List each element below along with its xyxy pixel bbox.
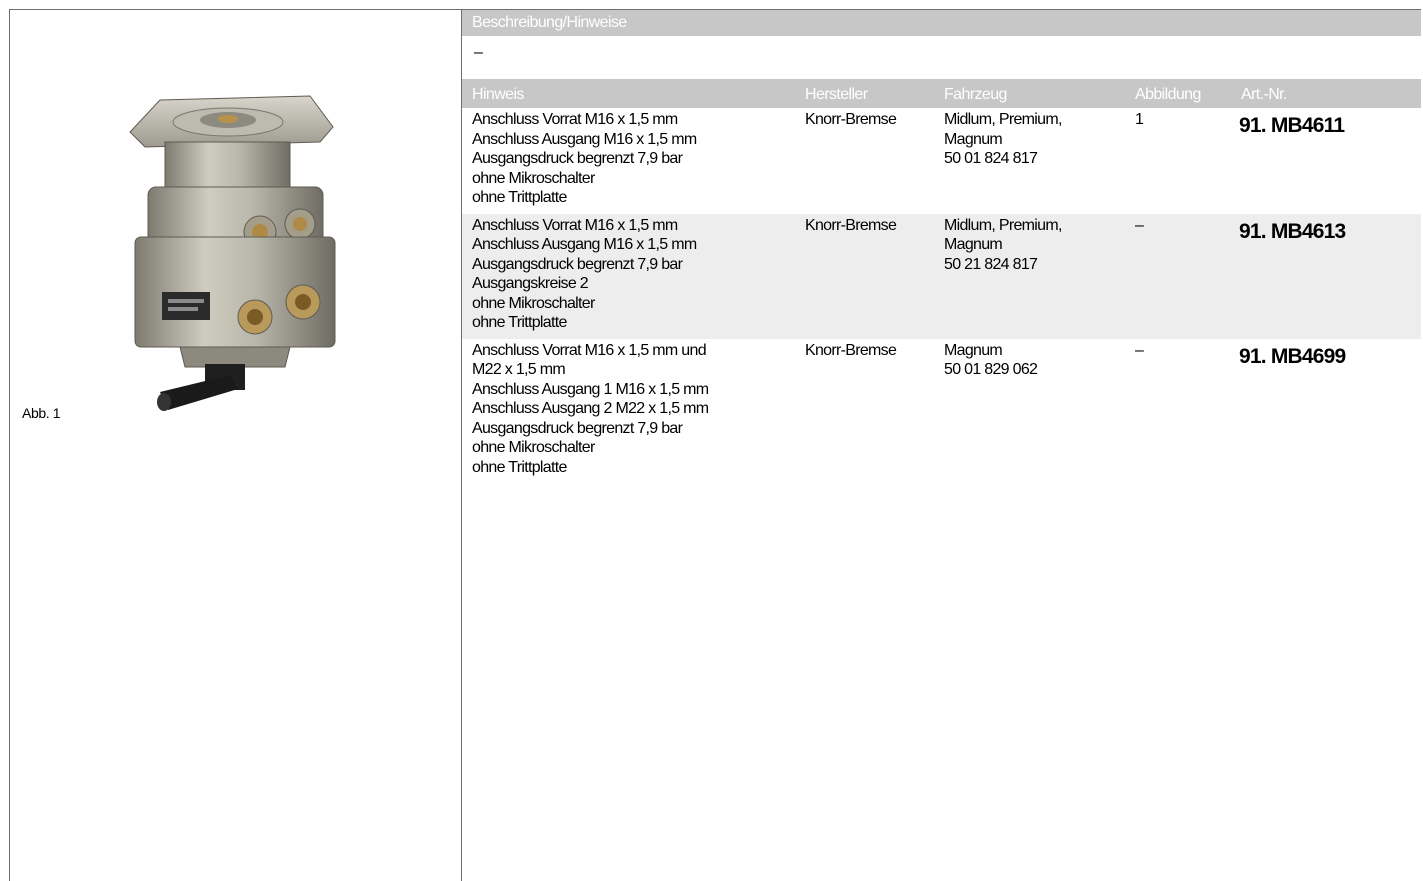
- hersteller-cell: Knorr-Bremse: [805, 341, 897, 359]
- parts-table: Hinweis Hersteller Fahrzeug Abbildung Ar…: [462, 79, 1421, 483]
- column-header-hinweis: Hinweis: [472, 85, 524, 103]
- hinweis-cell: Anschluss Vorrat M16 x 1,5 mm Anschluss …: [462, 213, 795, 339]
- figure-caption: Abb. 1: [22, 405, 61, 421]
- left-border: [9, 9, 10, 881]
- table-header-row: Hinweis Hersteller Fahrzeug Abbildung Ar…: [462, 79, 1421, 108]
- article-number: 91. MB4699: [1239, 344, 1346, 368]
- column-header-fahrzeug: Fahrzeug: [944, 85, 1007, 103]
- table-row: Anschluss Vorrat M16 x 1,5 mm Anschluss …: [462, 108, 1421, 214]
- fahrzeug-cell: Midlum, Premium, Magnum 50 21 824 817: [934, 213, 1125, 339]
- column-header-art-nr: Art.-Nr.: [1241, 85, 1287, 103]
- fahrzeug-cell: Magnum 50 01 829 062: [944, 341, 1038, 379]
- column-header-hersteller: Hersteller: [805, 85, 868, 103]
- fahrzeug-cell: Midlum, Premium, Magnum 50 01 824 817: [944, 111, 1062, 167]
- hersteller-cell: Knorr-Bremse: [805, 111, 897, 128]
- abbildung-cell: –: [1125, 213, 1231, 339]
- table-row: Anschluss Vorrat M16 x 1,5 mm und M22 x …: [462, 339, 1421, 484]
- brake-valve-image: [129, 95, 336, 411]
- product-panel: Beschreibung/Hinweise – Hinweis Herstell…: [462, 10, 1421, 483]
- hinweis-cell: Anschluss Vorrat M16 x 1,5 mm und M22 x …: [472, 341, 709, 476]
- hersteller-cell: Knorr-Bremse: [795, 213, 934, 339]
- article-number: 91. MB4611: [1239, 114, 1345, 137]
- hinweis-cell: Anschluss Vorrat M16 x 1,5 mm Anschluss …: [472, 111, 697, 206]
- article-number: 91. MB4613: [1231, 213, 1421, 339]
- description-header: Beschreibung/Hinweise: [462, 10, 1421, 36]
- description-value: –: [474, 44, 483, 61]
- column-header-abbildung: Abbildung: [1135, 85, 1201, 103]
- abbildung-cell: 1: [1135, 111, 1144, 128]
- abbildung-cell: –: [1135, 341, 1144, 359]
- table-row: Anschluss Vorrat M16 x 1,5 mm Anschluss …: [462, 213, 1421, 339]
